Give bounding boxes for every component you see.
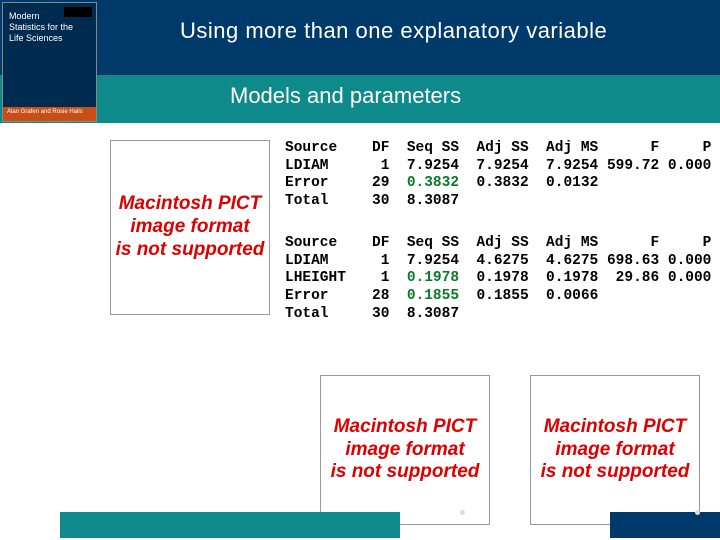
placeholder-line: Macintosh PICT (321, 416, 489, 439)
cover-line: Statistics for the (9, 22, 90, 33)
placeholder-line: Macintosh PICT (531, 416, 699, 439)
placeholder-line: is not supported (531, 461, 699, 484)
placeholder-line: image format (321, 439, 489, 462)
anova-table-1: Source DF Seq SS Adj SS Adj MS F P LDIAM… (285, 140, 711, 211)
page-subtitle: Models and parameters (230, 83, 461, 109)
oxford-logo (64, 7, 92, 17)
footer-bar-teal (60, 512, 400, 538)
cover-line: Life Sciences (9, 33, 90, 44)
pict-placeholder: Macintosh PICT image format is not suppo… (530, 375, 700, 525)
placeholder-line: image format (531, 439, 699, 462)
placeholder-line: is not supported (321, 461, 489, 484)
footer-dot (460, 510, 465, 515)
anova-table-2: Source DF Seq SS Adj SS Adj MS F P LDIAM… (285, 235, 711, 323)
placeholder-line: Macintosh PICT (111, 193, 269, 216)
book-cover: Modern Statistics for the Life Sciences … (2, 2, 97, 122)
cover-authors: Alan Grafen and Rosie Hails (3, 107, 96, 121)
placeholder-line: image format (111, 216, 269, 239)
pict-placeholder: Macintosh PICT image format is not suppo… (110, 140, 270, 315)
page-title: Using more than one explanatory variable (180, 18, 710, 44)
pict-placeholder: Macintosh PICT image format is not suppo… (320, 375, 490, 525)
footer-dot (695, 510, 700, 515)
placeholder-line: is not supported (111, 239, 269, 262)
footer-bar-navy (610, 512, 720, 538)
